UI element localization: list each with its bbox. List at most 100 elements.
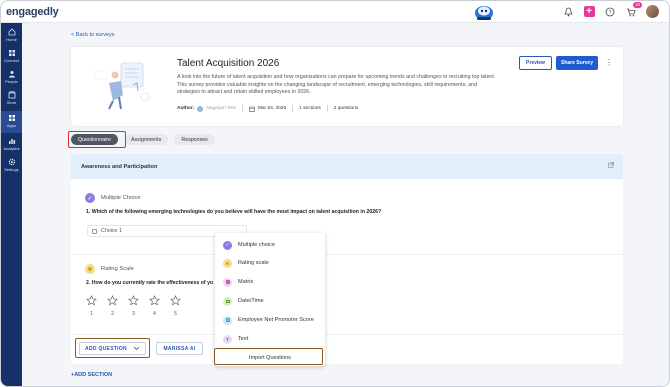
- menu-item-date-time[interactable]: Date/Time: [223, 296, 264, 306]
- menu-item-text[interactable]: T Text: [223, 334, 248, 344]
- question-1-text[interactable]: 1. Which of the following emerging techn…: [86, 209, 381, 215]
- survey-date: Mar 03, 2026: [257, 106, 287, 111]
- app-window: engagedly + ? 10 Home Connect People Sto…: [0, 0, 670, 387]
- rating-option[interactable]: 5: [170, 295, 181, 317]
- rating-value: 3: [132, 311, 135, 317]
- sidebar-item-apps[interactable]: Apps: [1, 111, 22, 133]
- menu-item-label: Text: [238, 336, 249, 342]
- author-name: Nagarjan Test: [206, 106, 236, 111]
- menu-item-label: Date/Time: [238, 298, 264, 304]
- author-avatar: [197, 105, 204, 112]
- sidebar: Home Connect People Store Apps Analytics…: [1, 23, 22, 386]
- meta-divider: [292, 105, 294, 112]
- notifications-bell-icon[interactable]: [562, 6, 574, 18]
- people-icon: [8, 71, 15, 78]
- question-2-text[interactable]: 2. How do you currently rate the effecti…: [86, 280, 213, 286]
- sidebar-item-home[interactable]: Home: [1, 25, 22, 47]
- menu-item-enps[interactable]: Employee Net Promoter Score: [223, 315, 314, 325]
- menu-item-multiple-choice[interactable]: ✓ Multiple choice: [223, 240, 275, 250]
- rating-value: 2: [111, 311, 114, 317]
- back-to-surveys-link[interactable]: < Back to surveys: [71, 32, 115, 38]
- questions-count: 2 questions: [333, 106, 359, 111]
- star-icon: [128, 295, 139, 306]
- settings-icon: [8, 158, 15, 166]
- text-icon: T: [223, 334, 232, 344]
- star-icon: [149, 295, 160, 306]
- cart-count-badge: 10: [632, 1, 642, 8]
- rating-option[interactable]: 1: [86, 295, 97, 317]
- question-type-multiple-choice: ✓ Multiple Choice: [85, 193, 141, 203]
- rating-option[interactable]: 3: [128, 295, 139, 317]
- preview-button[interactable]: Preview: [519, 56, 552, 70]
- author-label: Author:: [177, 106, 195, 111]
- survey-title: Talent Acquisition 2026: [177, 58, 280, 69]
- add-question-dropdown: ✓ Multiple choice Rating scale Matrix Da…: [215, 233, 325, 366]
- sidebar-item-analytics[interactable]: Analytics: [1, 134, 22, 156]
- questionnaire-tab-highlight: [68, 131, 126, 148]
- star-icon: [86, 295, 97, 306]
- section-title: Awareness and Participation: [81, 163, 158, 170]
- checkbox[interactable]: [92, 228, 97, 234]
- question-type-label: Rating Scale: [101, 266, 134, 272]
- meta-divider: [326, 105, 328, 112]
- user-avatar[interactable]: [646, 5, 659, 18]
- rating-value: 1: [90, 311, 93, 317]
- calendar-icon: [223, 296, 232, 306]
- menu-item-label: Matrix: [238, 279, 254, 285]
- marissa-ai-button[interactable]: MARISSA AI: [156, 342, 203, 355]
- star-icon: [107, 295, 118, 306]
- rating-option[interactable]: 4: [149, 295, 160, 317]
- calendar-icon: [249, 106, 255, 112]
- check-circle-icon: ✓: [223, 240, 232, 250]
- help-icon[interactable]: ?: [604, 6, 616, 18]
- store-icon: [8, 91, 15, 99]
- survey-section-card: Awareness and Participation ✓ Multiple C…: [71, 154, 623, 364]
- star-icon: [170, 295, 181, 306]
- survey-meta: Author: Nagarjan Test Mar 03, 2026 1 sec…: [177, 105, 358, 112]
- share-survey-button[interactable]: Share Survey: [556, 56, 598, 70]
- choice-label: Choice 1: [101, 228, 122, 234]
- sidebar-item-label: Apps: [6, 123, 17, 128]
- rating-value: 5: [174, 311, 177, 317]
- tab-responses[interactable]: Responses: [174, 134, 215, 145]
- sidebar-item-label: Connect: [4, 58, 19, 63]
- import-questions-highlight: [214, 348, 323, 365]
- menu-item-label: Employee Net Promoter Score: [238, 317, 314, 323]
- menu-item-label: Multiple choice: [238, 242, 275, 248]
- add-section-link[interactable]: +ADD SECTION: [71, 372, 112, 378]
- svg-text:?: ?: [609, 10, 612, 16]
- top-bar: engagedly + ? 10: [1, 1, 669, 23]
- analytics-icon: [8, 139, 15, 144]
- sidebar-item-connect[interactable]: Connect: [1, 46, 22, 68]
- question-divider: [71, 254, 623, 255]
- sidebar-item-label: Store: [6, 100, 17, 105]
- add-question-highlight: [75, 338, 150, 358]
- matrix-icon: [223, 277, 232, 287]
- apps-icon: [8, 115, 15, 121]
- rating-option[interactable]: 2: [107, 295, 118, 317]
- sidebar-item-people[interactable]: People: [1, 67, 22, 89]
- rating-scale-icon: [85, 264, 95, 274]
- app-logo[interactable]: engagedly: [6, 6, 59, 18]
- survey-header-card: Talent Acquisition 2026 A look into the …: [71, 47, 623, 126]
- cart-icon[interactable]: 10: [625, 1, 642, 18]
- tab-assignments[interactable]: Assignments: [123, 134, 169, 145]
- gauge-icon: [223, 315, 232, 325]
- external-link-icon[interactable]: [608, 162, 614, 168]
- home-icon: [8, 28, 15, 36]
- sidebar-item-settings[interactable]: Settings: [1, 155, 22, 177]
- sidebar-item-store[interactable]: Store: [1, 88, 22, 110]
- more-options-icon[interactable]: ⋮: [605, 58, 613, 67]
- meta-divider: [241, 105, 243, 112]
- question-type-label: Multiple Choice: [101, 195, 141, 201]
- menu-item-label: Rating scale: [238, 260, 269, 266]
- survey-illustration: [94, 62, 150, 110]
- rating-value: 4: [153, 311, 156, 317]
- menu-item-matrix[interactable]: Matrix: [223, 277, 253, 287]
- check-circle-icon: ✓: [85, 193, 95, 203]
- connect-icon: [8, 50, 15, 56]
- mascot-icon: [475, 6, 493, 20]
- rating-stars: 1 2 3 4 5: [86, 295, 181, 317]
- menu-item-rating-scale[interactable]: Rating scale: [223, 258, 269, 268]
- create-plus-icon[interactable]: +: [583, 6, 595, 18]
